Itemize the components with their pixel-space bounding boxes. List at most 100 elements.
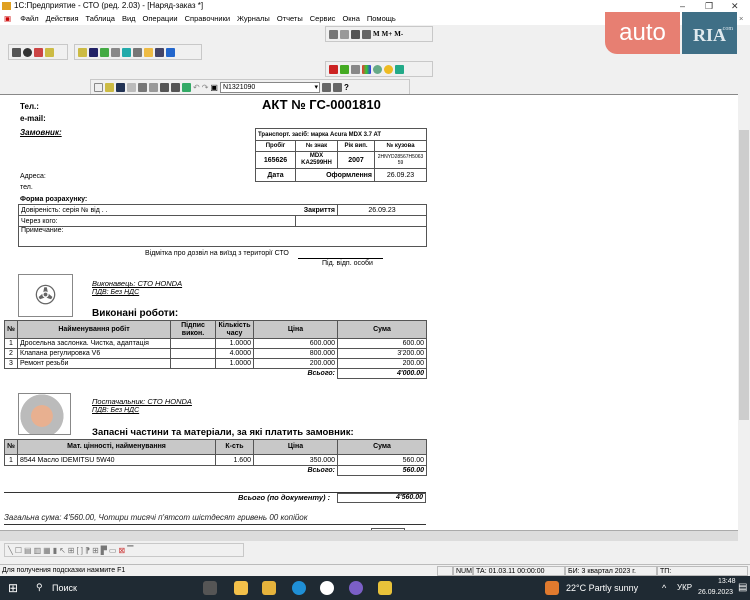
new-icon[interactable] [94, 82, 103, 92]
bulb-icon[interactable] [373, 64, 382, 74]
find-next-icon[interactable] [321, 82, 331, 92]
search-glass-icon[interactable]: ⚲ [36, 582, 43, 593]
plate-value: MDX KA2599HH [295, 151, 338, 169]
align-icon[interactable]: ▔ [127, 546, 133, 555]
chart-small-icon[interactable]: ▮ [53, 546, 57, 555]
save-icon[interactable] [116, 82, 125, 92]
menu-reports[interactable]: Отчеты [277, 14, 303, 23]
property-icon[interactable]: ⁋ [85, 546, 90, 555]
redo-icon[interactable]: ↷ [202, 83, 209, 92]
paste-icon[interactable] [149, 82, 158, 92]
line-icon[interactable]: ╲ [8, 546, 13, 555]
restore-button[interactable]: ❐ [705, 0, 713, 12]
parts-image [18, 393, 71, 435]
1c-icon[interactable] [378, 581, 392, 595]
refresh-icon[interactable] [122, 47, 131, 57]
clock-date[interactable]: 26.09.2023 [698, 589, 733, 596]
list-icon[interactable] [133, 47, 142, 57]
house-icon[interactable] [340, 64, 349, 74]
menu-windows[interactable]: Окна [342, 14, 359, 23]
menu-journals[interactable]: Журналы [237, 14, 270, 23]
grid-icon[interactable] [351, 64, 360, 74]
picture-icon[interactable]: ▥ [34, 546, 42, 555]
vat-label-2: ПДВ: Без НДС [92, 407, 140, 414]
status-bar: Для получения подсказки нажмите F1 NUM Т… [0, 564, 750, 576]
ole-icon[interactable]: ▦ [43, 546, 51, 555]
windows-start-icon[interactable]: ⊞ [8, 581, 18, 595]
taskbar-search[interactable]: Поиск [52, 583, 77, 593]
search-combo[interactable]: N1321090 ▾ [219, 81, 320, 93]
bracket-close-icon[interactable]: ] [81, 546, 83, 555]
cube-icon[interactable] [89, 47, 98, 57]
search-icon[interactable] [395, 64, 404, 74]
menu-file[interactable]: Файл [20, 14, 38, 23]
task-view-icon[interactable] [203, 581, 217, 595]
menu-table[interactable]: Таблица [86, 14, 115, 23]
copy-icon[interactable] [138, 82, 147, 92]
col-no: № [4, 320, 18, 339]
table-icon[interactable]: ⊞ [68, 546, 75, 555]
calc2-icon[interactable] [182, 82, 191, 92]
flag-icon[interactable] [329, 64, 338, 74]
language-indicator[interactable]: УКР [677, 583, 692, 592]
menu-service[interactable]: Сервис [310, 14, 336, 23]
calendar-icon[interactable] [340, 29, 349, 39]
vertical-scroll-thumb[interactable] [739, 130, 749, 420]
preview-icon[interactable] [171, 82, 180, 92]
info-icon[interactable] [384, 64, 393, 74]
menu-operations[interactable]: Операции [143, 14, 178, 23]
mail-icon[interactable] [144, 47, 153, 57]
notifications-icon[interactable]: ▤ [738, 582, 747, 593]
book-icon[interactable] [362, 29, 371, 39]
chevron-up-icon[interactable]: ^ [662, 583, 666, 593]
move-icon[interactable] [100, 47, 109, 57]
print-icon[interactable] [160, 82, 169, 92]
calendar2-icon[interactable] [155, 47, 164, 57]
m-button[interactable]: M [373, 30, 380, 38]
store-icon[interactable] [234, 581, 248, 595]
m-minus-button[interactable]: M- [394, 30, 403, 38]
delete-icon[interactable]: ⊠ [118, 546, 125, 555]
tools-icon[interactable] [351, 29, 360, 39]
open-icon[interactable] [105, 82, 114, 92]
m-plus-button[interactable]: M+ [382, 30, 393, 38]
chevron-down-icon[interactable]: ▾ [314, 83, 318, 92]
horizontal-scrollbar[interactable] [0, 530, 738, 541]
wrench-image: ✇ [18, 274, 73, 317]
viber-icon[interactable] [349, 581, 363, 595]
menu-view[interactable]: Вид [122, 14, 136, 23]
minus-icon[interactable] [111, 47, 120, 57]
calc-icon[interactable] [329, 29, 338, 39]
chart-icon[interactable] [34, 47, 43, 57]
grid-small-icon[interactable]: ⊞ [92, 546, 99, 555]
box-icon[interactable] [166, 47, 175, 57]
menu-help[interactable]: Помощь [367, 14, 396, 23]
menu-actions[interactable]: Действия [46, 14, 79, 23]
rainbow-icon[interactable] [362, 64, 371, 74]
clock-time[interactable]: 13:48 [718, 578, 736, 585]
weather-text[interactable]: 22°C Partly sunny [566, 583, 638, 593]
catalog-icon[interactable] [78, 47, 87, 57]
doc-close-button[interactable]: × [739, 12, 743, 25]
cut-icon[interactable] [127, 82, 136, 92]
minimize-button[interactable]: – [680, 0, 685, 12]
rect-icon[interactable]: ☐ [15, 546, 22, 555]
text-icon[interactable]: ▤ [24, 546, 32, 555]
chrome-icon[interactable] [320, 581, 334, 595]
menu-references[interactable]: Справочники [185, 14, 230, 23]
pointer-icon[interactable]: ↖ [59, 546, 66, 555]
journal-icon[interactable] [12, 47, 21, 57]
find-prev-icon[interactable] [332, 82, 342, 92]
layout-icon[interactable]: ▛ [101, 546, 107, 555]
undo-icon[interactable]: ↶ [193, 83, 200, 92]
binoculars-icon[interactable]: ▣ [210, 83, 218, 92]
explorer-icon[interactable] [262, 581, 276, 595]
parts-total: 560.00 [337, 465, 427, 476]
cell-price: 800.000 [253, 348, 338, 359]
folder-icon[interactable] [45, 47, 54, 57]
bracket-open-icon[interactable]: [ [77, 546, 79, 555]
edge-icon[interactable] [292, 581, 306, 595]
window-icon[interactable]: ▭ [109, 546, 117, 555]
globe-icon[interactable] [23, 47, 32, 57]
help-icon[interactable]: ? [344, 83, 349, 92]
